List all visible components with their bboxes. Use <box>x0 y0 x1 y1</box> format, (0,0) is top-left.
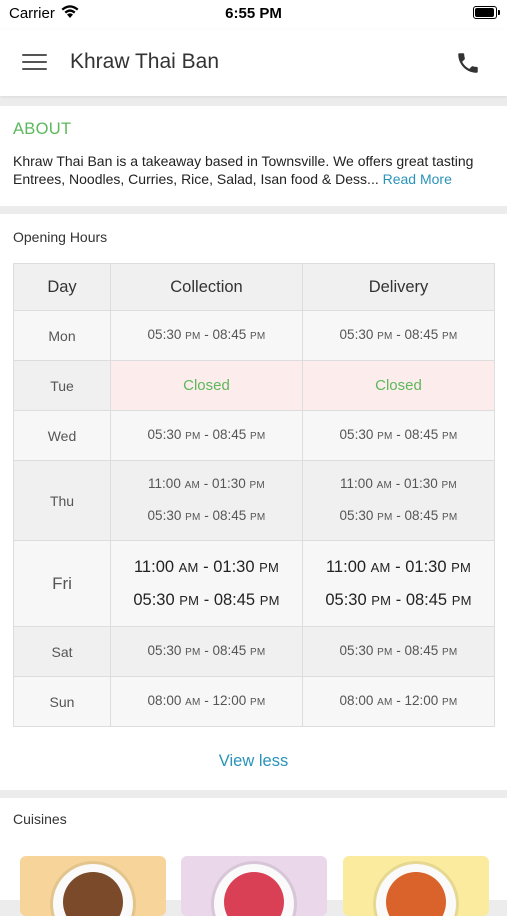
day-cell: Sun <box>13 676 111 727</box>
opening-hours-heading: Opening Hours <box>13 229 108 245</box>
delivery-hours-cell: 05:30 PM - 08:45 PM <box>302 626 495 677</box>
opening-hours-section: Opening Hours Day Collection Delivery Mo… <box>0 214 507 790</box>
about-heading: ABOUT <box>13 120 72 138</box>
delivery-hours-cell: 05:30 PM - 08:45 PM <box>302 410 495 461</box>
phone-icon[interactable] <box>455 50 481 76</box>
time-slot: 11:00 AM - 01:30 PM <box>148 475 265 491</box>
view-less-link[interactable]: View less <box>0 752 507 771</box>
status-time: 6:55 PM <box>225 5 282 22</box>
collection-hours-cell: 11:00 AM - 01:30 PM 05:30 PM - 08:45 PM <box>110 540 303 627</box>
about-section: ABOUT Khraw Thai Ban is a takeaway based… <box>0 106 507 206</box>
hours-row-sat: Sat 05:30 PM - 08:45 PM 05:30 PM - 08:45 P… <box>13 626 495 677</box>
status-bar: Carrier 6:55 PM <box>0 0 507 30</box>
collection-hours-cell: 08:00 AM - 12:00 PM <box>110 676 303 727</box>
collection-hours-cell: 05:30 PM - 08:45 PM <box>110 310 303 361</box>
time-slot: 05:30 PM - 08:45 PM <box>147 507 266 523</box>
day-cell: Mon <box>13 310 111 361</box>
time-slot: 05:30 PM - 08:45 PM <box>339 426 458 442</box>
delivery-hours-cell: 11:00 AM - 01:30 PM 05:30 PM - 08:45 PM <box>302 540 495 627</box>
time-slot: 05:30 PM - 08:45 PM <box>339 326 458 342</box>
column-header-delivery: Delivery <box>302 263 495 311</box>
pad-thai-dish-image[interactable] <box>343 856 489 916</box>
day-cell: Thu <box>13 460 111 541</box>
cuisines-heading: Cuisines <box>13 811 67 827</box>
hours-row-fri: Fri 11:00 AM - 01:30 PM 05:30 PM - 08:45 P… <box>13 540 495 627</box>
noodle-dish-image[interactable] <box>20 856 166 916</box>
page-title: Khraw Thai Ban <box>70 50 220 73</box>
hours-row-tue: Tue Closed Closed <box>13 360 495 411</box>
time-slot: 05:30 PM - 08:45 PM <box>339 642 458 658</box>
delivery-hours-cell: 08:00 AM - 12:00 PM <box>302 676 495 727</box>
collection-hours-cell: 11:00 AM - 01:30 PM 05:30 PM - 08:45 PM <box>110 460 303 541</box>
time-slot: 05:30 PM - 08:45 PM <box>325 590 472 609</box>
time-slot: 11:00 AM - 01:30 PM <box>340 475 457 491</box>
collection-hours-cell: 05:30 PM - 08:45 PM <box>110 410 303 461</box>
day-cell: Tue <box>13 360 111 411</box>
dessert-dish-image[interactable] <box>181 856 327 916</box>
time-slot: 05:30 PM - 08:45 PM <box>133 590 280 609</box>
day-cell: Fri <box>13 540 111 627</box>
time-slot: 05:30 PM - 08:45 PM <box>339 507 458 523</box>
collection-hours-cell: Closed <box>110 360 303 411</box>
day-cell: Wed <box>13 410 111 461</box>
hamburger-menu-icon[interactable] <box>22 52 48 72</box>
time-slot: 08:00 AM - 12:00 PM <box>147 692 266 708</box>
time-slot: 05:30 PM - 08:45 PM <box>147 642 266 658</box>
column-header-collection: Collection <box>110 263 303 311</box>
battery-icon <box>473 6 500 19</box>
hours-row-mon: Mon 05:30 PM - 08:45 PM 05:30 PM - 08:45 P… <box>13 310 495 361</box>
cuisines-section: Cuisines <box>0 798 507 916</box>
delivery-hours-cell: Closed <box>302 360 495 411</box>
about-description: Khraw Thai Ban is a takeaway based in To… <box>13 153 497 188</box>
hours-row-wed: Wed 05:30 PM - 08:45 PM 05:30 PM - 08:45 P… <box>13 410 495 461</box>
delivery-hours-cell: 11:00 AM - 01:30 PM 05:30 PM - 08:45 PM <box>302 460 495 541</box>
opening-hours-table: Day Collection Delivery Mon 05:30 PM - 08… <box>13 263 495 727</box>
read-more-link[interactable]: Read More <box>383 171 452 187</box>
time-slot: 05:30 PM - 08:45 PM <box>147 426 266 442</box>
day-cell: Sat <box>13 626 111 677</box>
time-slot: 05:30 PM - 08:45 PM <box>147 326 266 342</box>
delivery-hours-cell: 05:30 PM - 08:45 PM <box>302 310 495 361</box>
hours-row-thu: Thu 11:00 AM - 01:30 PM 05:30 PM - 08:45 P… <box>13 460 495 541</box>
hours-row-sun: Sun 08:00 AM - 12:00 PM 08:00 AM - 12:00 P… <box>13 676 495 727</box>
time-slot: 08:00 AM - 12:00 PM <box>339 692 458 708</box>
app-header: Khraw Thai Ban <box>0 30 507 96</box>
collection-hours-cell: 05:30 PM - 08:45 PM <box>110 626 303 677</box>
time-slot: 11:00 AM - 01:30 PM <box>325 557 471 576</box>
column-header-day: Day <box>13 263 111 311</box>
time-slot: 11:00 AM - 01:30 PM <box>133 557 279 576</box>
